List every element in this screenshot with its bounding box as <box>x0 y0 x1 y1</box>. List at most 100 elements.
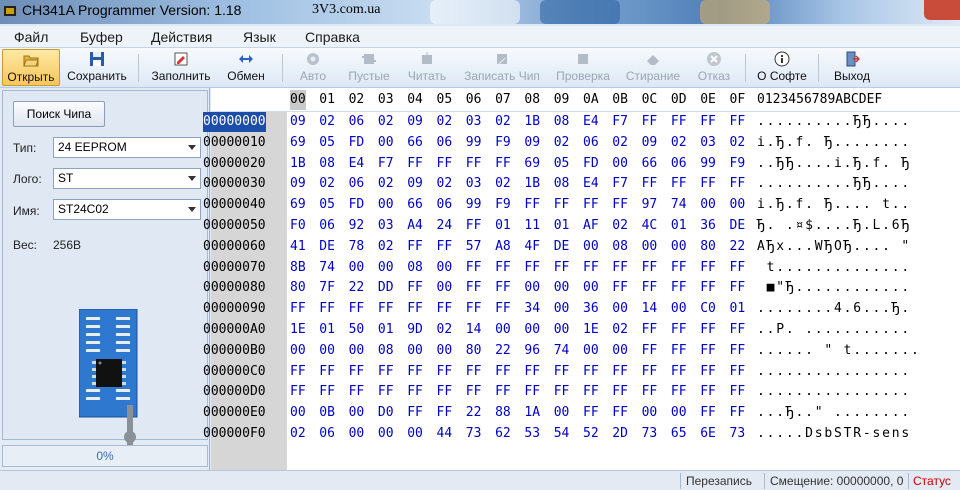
hex-byte[interactable]: FF <box>349 362 365 382</box>
hex-byte[interactable]: 22 <box>730 237 746 257</box>
hex-byte[interactable]: 02 <box>378 174 394 194</box>
hex-byte[interactable]: AF <box>583 216 599 236</box>
hex-byte[interactable]: 06 <box>671 154 687 174</box>
close-button[interactable] <box>924 0 960 20</box>
hex-byte[interactable]: 00 <box>524 320 540 340</box>
hex-byte[interactable]: FF <box>612 362 628 382</box>
hex-byte[interactable]: 01 <box>319 320 335 340</box>
hex-byte[interactable]: 4F <box>524 237 540 257</box>
hex-byte[interactable]: FF <box>730 112 746 132</box>
hex-byte[interactable]: 02 <box>554 133 570 153</box>
hex-byte[interactable]: FF <box>700 341 716 361</box>
hex-byte[interactable]: 06 <box>319 424 335 444</box>
hex-byte[interactable]: 06 <box>437 133 453 153</box>
hex-byte[interactable]: 01 <box>671 216 687 236</box>
ascii-text[interactable]: AЂx...WЂOЂ.... " <box>757 237 911 257</box>
type-select[interactable]: 24 EEPROM <box>53 137 201 158</box>
hex-byte[interactable]: FF <box>319 382 335 402</box>
hex-byte[interactable]: 36 <box>583 299 599 319</box>
hex-byte[interactable]: FF <box>437 299 453 319</box>
hex-byte[interactable]: FF <box>642 362 658 382</box>
hex-byte[interactable]: 01 <box>495 216 511 236</box>
hex-byte[interactable]: FF <box>349 382 365 402</box>
erase-button[interactable]: Стирание <box>620 49 686 86</box>
hex-byte[interactable]: FF <box>495 362 511 382</box>
menu-help[interactable]: Справка <box>305 29 360 45</box>
hex-byte[interactable]: 03 <box>466 112 482 132</box>
ascii-text[interactable]: i.Ђ.f. Ђ.... t.. <box>757 195 911 215</box>
hex-byte[interactable]: FF <box>612 382 628 402</box>
hex-byte[interactable]: FF <box>407 362 423 382</box>
hex-byte[interactable]: 99 <box>466 133 482 153</box>
hex-byte[interactable]: 69 <box>290 133 306 153</box>
hex-byte[interactable]: 36 <box>700 216 716 236</box>
hex-byte[interactable]: FF <box>642 341 658 361</box>
hex-byte[interactable]: 00 <box>378 258 394 278</box>
hex-byte[interactable]: 1B <box>290 154 306 174</box>
hex-byte[interactable]: 00 <box>349 341 365 361</box>
ascii-text[interactable]: ...Ђ.." ........ <box>757 403 911 423</box>
hex-byte[interactable]: 01 <box>730 299 746 319</box>
hex-byte[interactable]: F7 <box>612 112 628 132</box>
save-button[interactable]: Сохранить <box>63 49 131 86</box>
hex-byte[interactable]: 54 <box>554 424 570 444</box>
hex-byte[interactable]: FF <box>495 299 511 319</box>
hex-byte[interactable]: 52 <box>583 424 599 444</box>
title-bar[interactable]: CH341A Programmer Version: 1.18 3V3.com.… <box>0 0 960 24</box>
hex-byte[interactable]: 00 <box>554 278 570 298</box>
hex-byte[interactable]: FF <box>437 403 453 423</box>
hex-byte[interactable]: F9 <box>495 133 511 153</box>
hex-byte[interactable]: 4C <box>642 216 658 236</box>
hex-byte[interactable]: 1E <box>290 320 306 340</box>
hex-byte[interactable]: 00 <box>290 341 306 361</box>
hex-byte[interactable]: 02 <box>730 133 746 153</box>
hex-byte[interactable]: 00 <box>524 278 540 298</box>
hex-byte[interactable]: A4 <box>407 216 423 236</box>
hex-byte[interactable]: 73 <box>642 424 658 444</box>
hex-byte[interactable]: 00 <box>349 424 365 444</box>
hex-byte[interactable]: 69 <box>524 154 540 174</box>
hex-byte[interactable]: 08 <box>407 258 423 278</box>
hex-byte[interactable]: 02 <box>378 112 394 132</box>
hex-byte[interactable]: 1E <box>583 320 599 340</box>
hex-byte[interactable]: 02 <box>319 174 335 194</box>
hex-byte[interactable]: 00 <box>700 195 716 215</box>
hex-byte[interactable]: 66 <box>407 133 423 153</box>
hex-byte[interactable]: FF <box>437 237 453 257</box>
hex-byte[interactable]: 00 <box>437 278 453 298</box>
hex-byte[interactable]: 99 <box>700 154 716 174</box>
hex-byte[interactable]: F9 <box>495 195 511 215</box>
hex-byte[interactable]: 02 <box>612 320 628 340</box>
hex-byte[interactable]: 00 <box>378 195 394 215</box>
ascii-text[interactable]: t.............. <box>757 258 911 278</box>
hex-byte[interactable]: FF <box>319 299 335 319</box>
hex-byte[interactable]: 00 <box>583 341 599 361</box>
hex-byte[interactable]: FF <box>378 362 394 382</box>
hex-byte[interactable]: FF <box>700 174 716 194</box>
hex-byte[interactable]: FF <box>524 362 540 382</box>
hex-byte[interactable]: FF <box>700 362 716 382</box>
ascii-text[interactable]: ................ <box>757 362 911 382</box>
hex-byte[interactable]: 92 <box>349 216 365 236</box>
hex-byte[interactable]: FF <box>642 320 658 340</box>
menu-language[interactable]: Язык <box>243 29 276 45</box>
hex-byte[interactable]: F7 <box>612 174 628 194</box>
hex-byte[interactable]: FF <box>642 382 658 402</box>
menu-buffer[interactable]: Буфер <box>80 29 123 45</box>
ascii-text[interactable]: ................ <box>757 382 911 402</box>
hex-byte[interactable]: FF <box>407 154 423 174</box>
ascii-text[interactable]: Ђ. .¤$....Ђ.L.6Ђ <box>757 216 911 236</box>
hex-byte[interactable]: FF <box>700 112 716 132</box>
hex-byte[interactable]: FF <box>466 362 482 382</box>
hex-byte[interactable]: FF <box>671 362 687 382</box>
hex-byte[interactable]: FF <box>612 278 628 298</box>
hex-byte[interactable]: 00 <box>437 258 453 278</box>
hex-byte[interactable]: FF <box>730 174 746 194</box>
hex-byte[interactable]: 09 <box>290 112 306 132</box>
hex-byte[interactable]: FF <box>700 382 716 402</box>
hex-byte[interactable]: 99 <box>466 195 482 215</box>
hex-byte[interactable]: 06 <box>349 112 365 132</box>
hex-byte[interactable]: 02 <box>319 112 335 132</box>
ascii-text[interactable]: ..P. ........... <box>757 320 911 340</box>
hex-byte[interactable]: 22 <box>349 278 365 298</box>
